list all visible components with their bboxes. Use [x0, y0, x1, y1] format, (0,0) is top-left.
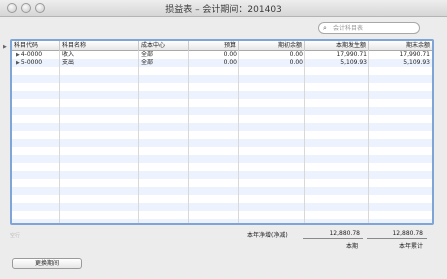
net-change-ytd-value: 12,880.78 — [392, 230, 423, 237]
accounts-table[interactable]: 科目代码 科目名称 成本中心 预算 期初余额 本期发生额 期末余额 ▶4-000… — [10, 39, 434, 225]
period-caption: 本期 — [346, 243, 359, 250]
empty-row — [12, 99, 432, 107]
column-header-closing-balance[interactable]: 期末余额 — [369, 41, 432, 51]
closing-balance-value: 17,990.71 — [399, 51, 430, 58]
empty-row — [12, 211, 432, 219]
period-total-rule — [303, 238, 363, 239]
column-header-cost-center[interactable]: 成本中心 — [139, 41, 189, 51]
ytd-total-rule — [367, 238, 427, 239]
ytd-caption: 本年累计 — [399, 243, 424, 250]
column-header-account-name[interactable]: 科目名称 — [60, 41, 139, 51]
status-text: 空行 — [10, 233, 21, 239]
empty-row — [12, 91, 432, 99]
column-divider — [59, 51, 60, 223]
cost-center: 全部 — [141, 51, 154, 58]
empty-row — [12, 147, 432, 155]
window-title: 损益表 – 会计期间：201403 — [165, 5, 282, 15]
column-divider — [368, 51, 369, 223]
opening-balance-value: 0.00 — [289, 51, 303, 58]
period-amount-value: 17,990.71 — [336, 51, 367, 58]
closing-balance-value: 5,109.93 — [403, 59, 430, 66]
column-header-budget[interactable]: 预算 — [189, 41, 239, 51]
empty-row — [12, 83, 432, 91]
budget-value: 0.00 — [223, 51, 237, 58]
empty-row — [12, 155, 432, 163]
empty-row — [12, 195, 432, 203]
budget-value: 0.00 — [223, 59, 237, 66]
opening-balance-value: 0.00 — [289, 59, 303, 66]
column-divider — [138, 51, 139, 223]
table-header: 科目代码 科目名称 成本中心 预算 期初余额 本期发生额 期末余额 — [12, 41, 432, 51]
empty-row — [12, 67, 432, 75]
account-code: 5-0000 — [20, 59, 43, 66]
empty-row — [12, 187, 432, 195]
empty-row — [12, 179, 432, 187]
column-header-period-amount[interactable]: 本期发生额 — [305, 41, 369, 51]
search-input[interactable] — [333, 23, 417, 33]
search-field[interactable]: ⌕ — [318, 22, 420, 34]
account-name: 支出 — [62, 59, 75, 66]
search-icon: ⌕ — [323, 24, 327, 32]
empty-row — [12, 219, 432, 223]
empty-row — [12, 139, 432, 147]
table-row[interactable]: ▶4-0000 收入 全部 0.00 0.00 17,990.71 17,990… — [12, 51, 432, 59]
disclosure-triangle-icon[interactable]: ▶ — [16, 60, 20, 66]
empty-row — [12, 203, 432, 211]
empty-row — [12, 107, 432, 115]
cost-center: 全部 — [141, 59, 154, 66]
account-name: 收入 — [62, 51, 75, 58]
change-period-button[interactable]: 更换期间 — [12, 258, 82, 269]
empty-row — [12, 163, 432, 171]
disclosure-triangle-icon[interactable]: ▶ — [16, 52, 20, 58]
row-selector-arrow-icon: ▶ — [3, 44, 7, 50]
period-amount-value: 5,109.93 — [340, 59, 367, 66]
table-row[interactable]: ▶5-0000 支出 全部 0.00 0.00 5,109.93 5,109.9… — [12, 59, 432, 67]
column-divider — [238, 51, 239, 223]
column-header-account-code[interactable]: 科目代码 — [12, 41, 60, 51]
net-change-label: 本年净增(净减) — [247, 232, 288, 239]
empty-row — [12, 75, 432, 83]
column-divider — [304, 51, 305, 223]
account-code: 4-0000 — [20, 51, 43, 58]
column-divider — [188, 51, 189, 223]
table-body: ▶4-0000 收入 全部 0.00 0.00 17,990.71 17,990… — [12, 51, 432, 223]
net-change-period-value: 12,880.78 — [329, 230, 360, 237]
empty-row — [12, 115, 432, 123]
report-window: 损益表 – 会计期间：201403 ⌕ ▶ 科目代码 科目名称 成本中心 预算 … — [0, 0, 447, 279]
title-bar: 损益表 – 会计期间：201403 — [0, 0, 447, 17]
empty-row — [12, 131, 432, 139]
column-header-opening-balance[interactable]: 期初余额 — [239, 41, 305, 51]
empty-row — [12, 171, 432, 179]
empty-row — [12, 123, 432, 131]
